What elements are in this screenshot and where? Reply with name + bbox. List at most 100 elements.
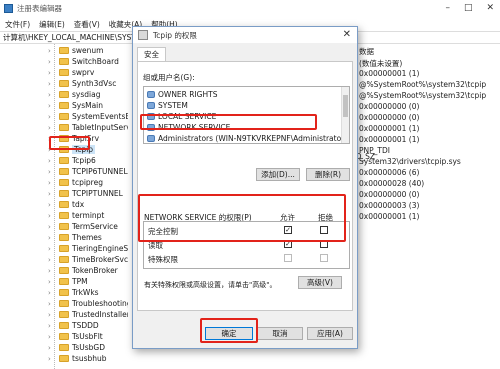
chevron-right-icon[interactable]: › xyxy=(48,69,56,77)
tree-item[interactable]: › tcpipreg xyxy=(48,177,103,188)
tree-item[interactable]: › TermService xyxy=(48,221,118,232)
menu-file[interactable]: 文件(F) xyxy=(5,19,30,30)
list-scrollbar[interactable] xyxy=(341,87,349,143)
chevron-right-icon[interactable]: › xyxy=(48,190,56,198)
tree-item-label: TsUsbGD xyxy=(72,343,105,352)
advanced-hint: 有关特殊权限或高级设置，请单击"高级"。 xyxy=(144,281,277,289)
tree-item[interactable]: › TCPIPTUNNEL xyxy=(48,188,123,199)
chevron-right-icon[interactable]: › xyxy=(48,322,56,330)
close-icon[interactable]: ✕ xyxy=(486,3,494,13)
minimize-icon[interactable]: – xyxy=(445,3,450,13)
value-data-cell[interactable]: (数值未设置) xyxy=(359,58,402,69)
value-data-cell[interactable]: 0x00000006 (6) xyxy=(359,168,419,177)
chevron-right-icon[interactable]: › xyxy=(48,344,56,352)
chevron-right-icon[interactable]: › xyxy=(48,267,56,275)
chevron-right-icon[interactable]: › xyxy=(48,311,56,319)
scrollbar-thumb[interactable] xyxy=(343,95,348,117)
chevron-right-icon[interactable]: › xyxy=(48,278,56,286)
tab-security[interactable]: 安全 xyxy=(137,47,166,61)
window-title: 注册表编辑器 xyxy=(17,4,62,13)
chevron-right-icon[interactable]: › xyxy=(48,91,56,99)
tree-item[interactable]: › TokenBroker xyxy=(48,265,118,276)
chevron-right-icon[interactable]: › xyxy=(48,168,56,176)
tree-item[interactable]: › Tcpip6 xyxy=(48,155,96,166)
tree-item[interactable]: › tsusbhub xyxy=(48,353,107,364)
folder-icon xyxy=(59,157,69,164)
chevron-right-icon[interactable]: › xyxy=(48,212,56,220)
chevron-right-icon[interactable]: › xyxy=(48,47,56,55)
value-data-cell[interactable]: @%SystemRoot%\system32\tcpip xyxy=(359,80,486,89)
tree-item[interactable]: › SwitchBoard xyxy=(48,56,119,67)
chevron-right-icon[interactable]: › xyxy=(48,102,56,110)
value-data-cell[interactable]: 0x00000000 (0) xyxy=(359,113,419,122)
add-button[interactable]: 添加(D)... xyxy=(256,168,300,181)
values-column-header: 数据 xyxy=(359,47,374,56)
tree-item[interactable]: › TPM xyxy=(48,276,88,287)
tree-item[interactable]: › Synth3dVsc xyxy=(48,78,116,89)
tree-item[interactable]: › swprv xyxy=(48,67,94,78)
value-data-cell[interactable]: @%SystemRoot%\system32\tcpip xyxy=(359,91,486,100)
chevron-right-icon[interactable]: › xyxy=(48,124,56,132)
remove-button[interactable]: 删除(R) xyxy=(306,168,350,181)
tree-item[interactable]: › TrustedInstaller xyxy=(48,309,128,320)
chevron-right-icon[interactable]: › xyxy=(48,58,56,66)
value-data-cell[interactable]: 0x00000001 (1) xyxy=(359,124,419,133)
tree-item[interactable]: › TrkWks xyxy=(48,287,99,298)
cancel-button[interactable]: 取消 xyxy=(257,327,303,340)
chevron-right-icon[interactable]: › xyxy=(48,333,56,341)
list-item[interactable]: Administrators (WIN-N9TKVRKEPNF\Administ… xyxy=(147,133,349,143)
tree-item[interactable]: › tdx xyxy=(48,199,84,210)
chevron-right-icon[interactable]: › xyxy=(48,223,56,231)
tree-item[interactable]: › swenum xyxy=(48,45,103,56)
chevron-right-icon[interactable]: › xyxy=(48,179,56,187)
annotation-box-permissions xyxy=(138,194,346,242)
chevron-right-icon[interactable]: › xyxy=(48,157,56,165)
allow-special-checkbox xyxy=(284,254,292,262)
menu-edit[interactable]: 编辑(E) xyxy=(39,19,65,30)
tree-item[interactable]: › Themes xyxy=(48,232,102,243)
tree-item-label: TSDDD xyxy=(72,321,99,330)
chevron-right-icon[interactable]: › xyxy=(48,355,56,363)
tree-item[interactable]: › TimeBrokerSvc xyxy=(48,254,128,265)
chevron-right-icon[interactable]: › xyxy=(48,80,56,88)
menu-view[interactable]: 查看(V) xyxy=(74,19,100,30)
folder-icon xyxy=(59,355,69,362)
folder-icon xyxy=(59,201,69,208)
tree-item[interactable]: › TSDDD xyxy=(48,320,99,331)
tree-item-label: sysdiag xyxy=(72,90,101,99)
chevron-right-icon[interactable]: › xyxy=(48,234,56,242)
tree-item-label: swprv xyxy=(72,68,95,77)
chevron-right-icon[interactable]: › xyxy=(48,300,56,308)
tree-item[interactable]: › SystemEventsBroke xyxy=(48,111,128,122)
tree-item[interactable]: › sysdiag xyxy=(48,89,100,100)
chevron-right-icon[interactable]: › xyxy=(48,256,56,264)
chevron-right-icon[interactable]: › xyxy=(48,289,56,297)
value-data-cell[interactable]: 0x00000000 (0) xyxy=(359,190,419,199)
tree-item[interactable]: › TCPIP6TUNNEL xyxy=(48,166,128,177)
tree-item[interactable]: › TroubleshootingSv xyxy=(48,298,128,309)
tree-item[interactable]: › TsUsbFlt xyxy=(48,331,103,342)
value-data-cell[interactable]: 0x00000001 (1) xyxy=(359,69,419,78)
list-item[interactable]: OWNER RIGHTS xyxy=(147,89,217,99)
value-data-cell[interactable]: 0x00000000 (0) xyxy=(359,102,419,111)
tree-item-label: TermService xyxy=(72,222,118,231)
value-data-cell[interactable]: 0x00000003 (3) xyxy=(359,201,419,210)
folder-icon xyxy=(59,190,69,197)
advanced-button[interactable]: 高级(V) xyxy=(298,276,342,289)
chevron-right-icon[interactable]: › xyxy=(48,201,56,209)
tree-item[interactable]: › SysMain xyxy=(48,100,103,111)
value-data-cell[interactable]: 0x00000028 (40) xyxy=(359,179,424,188)
list-item[interactable]: SYSTEM xyxy=(147,100,188,110)
chevron-right-icon[interactable]: › xyxy=(48,245,56,253)
maximize-icon[interactable]: □ xyxy=(464,3,473,13)
tree-item[interactable]: › TieringEngineServi xyxy=(48,243,128,254)
perm-special: 特殊权限 xyxy=(148,255,178,264)
chevron-right-icon[interactable]: › xyxy=(48,113,56,121)
value-data-cell[interactable]: 0x00000001 (1) xyxy=(359,212,419,221)
value-data-cell[interactable]: 0x00000001 (1) xyxy=(359,135,419,144)
dialog-close-icon[interactable]: ✕ xyxy=(343,29,351,40)
tree-item[interactable]: › TsUsbGD xyxy=(48,342,105,353)
tree-item[interactable]: › terminpt xyxy=(48,210,104,221)
tree-item[interactable]: › TabletInputService xyxy=(48,122,128,133)
apply-button[interactable]: 应用(A) xyxy=(307,327,353,340)
